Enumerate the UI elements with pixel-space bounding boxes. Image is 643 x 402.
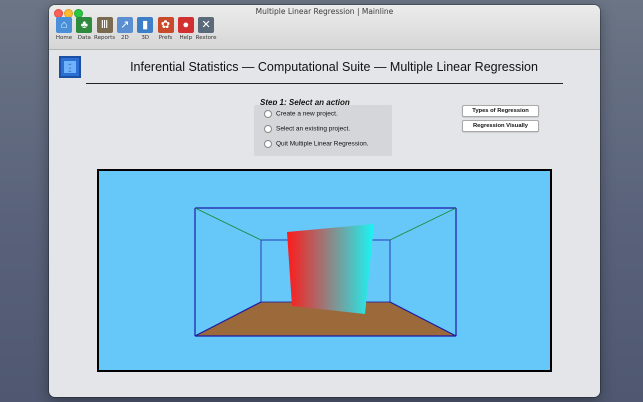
help-button-icon: ● bbox=[177, 17, 194, 33]
action-options-panel: Create a new project. Select an existing… bbox=[254, 105, 392, 156]
option-label: Select an existing project. bbox=[276, 125, 351, 133]
scene-svg bbox=[194, 207, 457, 337]
toolbar-help-button[interactable]: ● Help bbox=[175, 17, 197, 47]
columns-icon: Ⅲ bbox=[96, 17, 113, 33]
toolbar-data-button[interactable]: ♣ Data bbox=[73, 17, 95, 47]
app-window: Multiple Linear Regression | Mainline ⌂ H… bbox=[49, 5, 600, 397]
ceiling-edge-left bbox=[194, 207, 262, 241]
tools-icon: ✕ bbox=[198, 17, 215, 33]
toolbar-reports-button[interactable]: Ⅲ Reports bbox=[94, 17, 116, 47]
leaf-icon: ✿ bbox=[157, 17, 174, 33]
bar-chart-icon: ▮ bbox=[137, 17, 154, 33]
regression-plane bbox=[287, 224, 374, 314]
option-label: Quit Multiple Linear Regression. bbox=[276, 140, 369, 148]
line-chart-icon: ↗ bbox=[116, 17, 133, 33]
toolbar-3d-button[interactable]: ▮ 3D bbox=[134, 17, 156, 47]
app-logo: ▪▪▪ ▪▪ ▪▪▪ bbox=[59, 56, 81, 78]
title-divider bbox=[86, 83, 563, 84]
radio-button[interactable] bbox=[264, 125, 272, 133]
logo-image: ▪▪▪ ▪▪ ▪▪▪ bbox=[64, 61, 76, 73]
toolbar-prefs-button[interactable]: ✿ Prefs bbox=[155, 17, 177, 47]
toolbar-home-button[interactable]: ⌂ Home bbox=[53, 17, 75, 47]
regression-visually-button[interactable]: Regression Visually bbox=[462, 120, 539, 132]
radio-button[interactable] bbox=[264, 140, 272, 148]
toolbar-2d-button[interactable]: ↗ 2D bbox=[114, 17, 136, 47]
regression-3d-view bbox=[97, 169, 552, 372]
option-create-project[interactable]: Create a new project. bbox=[264, 110, 338, 120]
types-of-regression-button[interactable]: Types of Regression bbox=[462, 105, 539, 117]
window-title: Multiple Linear Regression | Mainline bbox=[255, 7, 394, 16]
page-title: Inferential Statistics — Computational S… bbox=[130, 60, 538, 74]
house-icon: ⌂ bbox=[56, 17, 72, 33]
title-bar: Multiple Linear Regression | Mainline ⌂ H… bbox=[49, 5, 600, 50]
option-select-project[interactable]: Select an existing project. bbox=[264, 125, 350, 135]
ceiling-edge-right bbox=[389, 207, 457, 241]
tree-icon: ♣ bbox=[76, 17, 93, 33]
option-quit[interactable]: Quit Multiple Linear Regression. bbox=[264, 140, 369, 150]
option-label: Create a new project. bbox=[276, 110, 338, 118]
toolbar-label: Restore bbox=[195, 35, 217, 41]
toolbar-restore-button[interactable]: ✕ Restore bbox=[195, 17, 217, 47]
radio-button[interactable] bbox=[264, 110, 272, 118]
